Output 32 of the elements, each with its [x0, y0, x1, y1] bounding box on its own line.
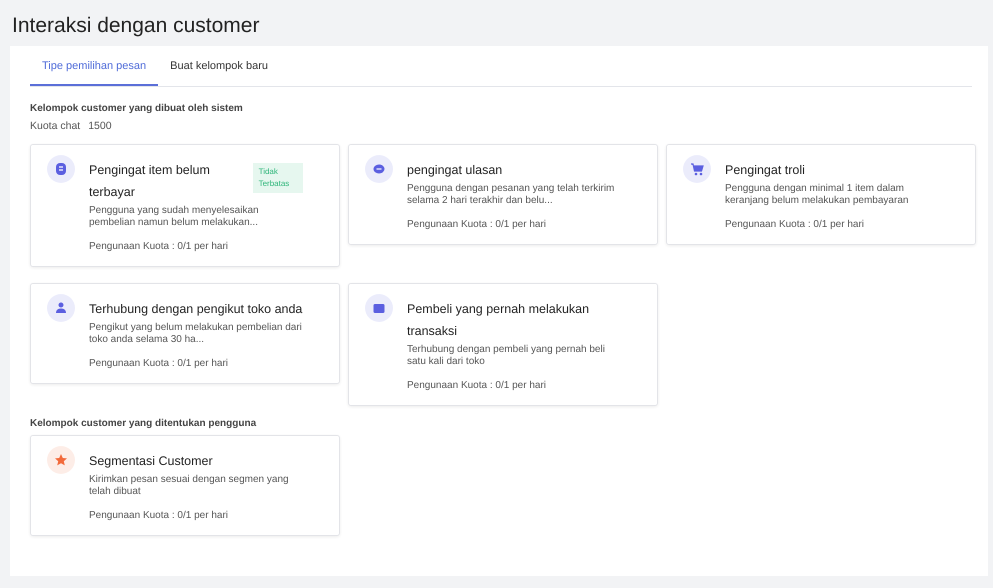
card-description: Pengikut yang belum melakukan pembelian dari toko anda selama 30 ha... [89, 322, 303, 346]
tab[interactable]: Buat kelompok baru [158, 46, 280, 86]
section-heading: Kelompok customer yang dibuat oleh sistem [30, 103, 244, 114]
card-title: Pengingat troli [725, 162, 805, 179]
card-title: Pembeli yang pernah melakukan transaksi [407, 301, 590, 340]
card-title: Segmentasi Customer [89, 453, 213, 470]
quota-usage: Pengunaan Kuota : 0/1 per hari [89, 358, 229, 369]
card-description: Terhubung dengan pembeli yang pernah beli satu kali dari toko [407, 344, 606, 368]
group-card[interactable]: Pembeli yang pernah melakukan transaksi Terhubung dengan pembeli yang pernah beli satu kali dari toko Pengunaan Kuota : 0/1 per hari [348, 283, 658, 406]
quota-value: 1500 [88, 120, 112, 132]
page-title: Interaksi dengan customer [11, 13, 260, 39]
quota-usage: Pengunaan Kuota : 0/1 per hari [89, 241, 229, 252]
quota-usage: Pengunaan Kuota : 0/1 per hari [89, 510, 229, 521]
group-card[interactable]: Terhubung dengan pengikut toko anda Pengikut yang belum melakukan pembelian dari toko anda selama 30 ha... Pengunaan Kuota : 0/1 per hari [30, 283, 340, 384]
card-description: Kirimkan pesan sesuai dengan segmen yang telah dibuat [89, 474, 290, 498]
quota-usage: Pengunaan Kuota : 0/1 per hari [407, 219, 547, 230]
quota-label: Kuota chat [30, 120, 80, 132]
group-card[interactable]: Pengingat item belum terbayar Tidak Terbatas Pengguna yang sudah menyelesaikan pembelian namun belum melakukan... Pengunaan Kuota : 0/1 per hari [30, 144, 340, 267]
card-description: Pengguna yang sudah menyelesaikan pembelian namun belum melakukan... [89, 205, 260, 229]
card-title: pengingat ulasan [407, 162, 502, 179]
card-title: Pengingat item belum terbayar [89, 162, 211, 201]
card-description: Pengguna dengan pesanan yang telah terkirim selama 2 hari terakhir dan belu... [407, 183, 616, 207]
group-card[interactable]: Pengingat troli Pengguna dengan minimal 1 item dalam keranjang belum melakukan pembayaran Pengunaan Kuota : 0/1 per hari [666, 144, 976, 245]
card-description: Pengguna dengan minimal 1 item dalam keranjang belum melakukan pembayaran [725, 183, 910, 207]
tab[interactable]: Tipe pemilihan pesan [30, 46, 158, 86]
quota-usage: Pengunaan Kuota : 0/1 per hari [725, 219, 865, 230]
group-card[interactable]: pengingat ulasan Pengguna dengan pesanan yang telah terkirim selama 2 hari terakhir dan belu... Pengunaan Kuota : 0/1 per hari [348, 144, 658, 245]
unlimited-badge: Tidak Terbatas [252, 163, 303, 193]
section-heading: Kelompok customer yang ditentukan pengguna [30, 418, 258, 429]
group-card[interactable]: Segmentasi Customer Kirimkan pesan sesuai dengan segmen yang telah dibuat Pengunaan Kuota : 0/1 per hari [30, 435, 340, 536]
quota-usage: Pengunaan Kuota : 0/1 per hari [407, 380, 547, 391]
card-title: Terhubung dengan pengikut toko anda [89, 301, 302, 318]
